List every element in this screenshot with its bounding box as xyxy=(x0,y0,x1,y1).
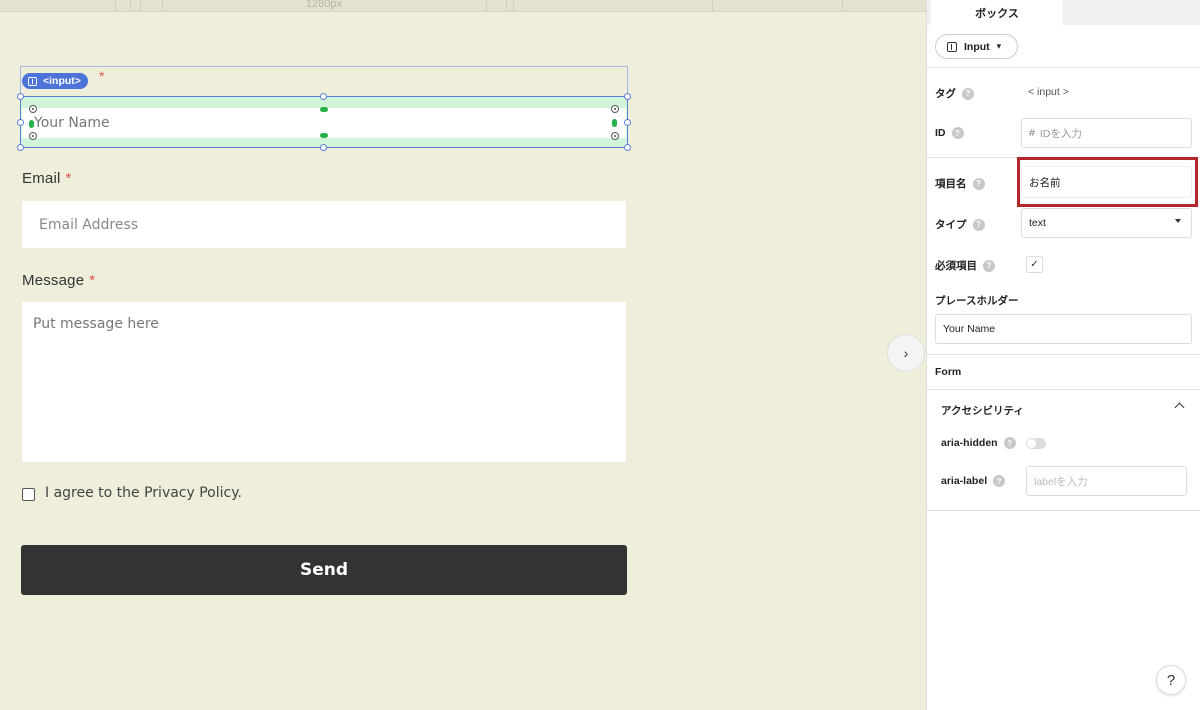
type-label-text: タイプ xyxy=(935,219,967,231)
divider xyxy=(927,389,1200,390)
required-mark: * xyxy=(99,68,105,84)
margin-handle[interactable] xyxy=(611,132,619,140)
margin-handle[interactable] xyxy=(29,105,37,113)
help-icon[interactable]: ? xyxy=(951,127,964,139)
dropdown-arrow-icon xyxy=(1175,219,1181,223)
aria-label-input[interactable]: labelを入力 xyxy=(1026,466,1187,496)
form-section-label[interactable]: Form xyxy=(935,366,961,378)
element-type-badge-label: <input> xyxy=(43,75,81,87)
divider xyxy=(927,510,1200,511)
resize-handle[interactable] xyxy=(17,119,24,126)
help-button[interactable]: ? xyxy=(1156,665,1186,695)
message-label: Message * xyxy=(22,272,95,289)
aria-label-label: aria-label ? xyxy=(941,475,1006,487)
required-label: 必須項目 ? xyxy=(935,258,995,273)
email-input[interactable] xyxy=(22,201,626,248)
element-type-dropdown[interactable]: Input ▾ xyxy=(935,34,1018,59)
tag-value: < input > xyxy=(1028,86,1069,98)
tag-label: タグ ? xyxy=(935,86,974,101)
ruler-tick xyxy=(842,0,843,12)
resize-handle[interactable] xyxy=(17,144,24,151)
message-label-text: Message xyxy=(22,272,85,289)
padding-handle[interactable] xyxy=(612,119,617,127)
chevron-up-icon[interactable] xyxy=(1174,402,1185,413)
ruler-tick xyxy=(130,0,131,12)
message-textarea[interactable] xyxy=(22,302,626,462)
resize-handle[interactable] xyxy=(624,93,631,100)
ruler-tick xyxy=(140,0,141,12)
id-placeholder: IDを入力 xyxy=(1039,127,1082,140)
placeholder-input[interactable]: Your Name xyxy=(935,314,1192,344)
element-type-badge[interactable]: <input> xyxy=(22,73,88,89)
resize-handle[interactable] xyxy=(624,144,631,151)
aria-hidden-toggle[interactable] xyxy=(1026,438,1046,449)
ruler-tick xyxy=(115,0,116,12)
panel-tabs: ボックス xyxy=(927,0,1200,25)
id-label: ID ? xyxy=(935,127,964,139)
required-checkbox[interactable]: ✓ xyxy=(1026,256,1043,273)
send-button[interactable]: Send xyxy=(21,545,627,595)
placeholder-label: プレースホルダー xyxy=(935,295,1019,307)
divider xyxy=(927,67,1200,68)
editor-canvas: 1280px <input> * Email* Message* I agree… xyxy=(0,0,926,710)
privacy-label: I agree to the Privacy Policy. xyxy=(45,485,242,501)
chevron-right-icon[interactable]: › xyxy=(887,334,925,372)
aria-hidden-label-text: aria-hidden xyxy=(941,437,998,449)
divider xyxy=(927,354,1200,355)
help-icon[interactable]: ? xyxy=(972,177,985,190)
resize-handle[interactable] xyxy=(17,93,24,100)
tag-label-text: タグ xyxy=(935,88,956,100)
ruler-width-label: 1280px xyxy=(306,0,343,10)
element-type-label: Input xyxy=(964,40,990,53)
type-label: タイプ ? xyxy=(935,217,985,232)
email-label: Email * xyxy=(22,170,72,187)
input-icon xyxy=(947,41,957,52)
hash-icon: # xyxy=(1029,127,1035,139)
chevron-down-icon: ▾ xyxy=(996,41,1002,51)
margin-handle[interactable] xyxy=(29,132,37,140)
ruler-tick xyxy=(506,0,507,12)
aria-label-placeholder: labelを入力 xyxy=(1034,475,1088,488)
highlight-annotation-box xyxy=(1017,157,1198,207)
help-icon[interactable]: ? xyxy=(983,259,995,272)
tab-box[interactable]: ボックス xyxy=(931,0,1063,25)
type-select[interactable]: text xyxy=(1021,208,1192,238)
padding-handle[interactable] xyxy=(29,120,34,128)
id-label-text: ID xyxy=(935,127,946,139)
aria-hidden-label: aria-hidden ? xyxy=(941,437,1016,449)
accessibility-section-label[interactable]: アクセシビリティ xyxy=(941,403,1024,418)
item-name-label-text: 項目名 xyxy=(935,178,967,190)
ruler-tick xyxy=(486,0,487,12)
help-icon[interactable]: ? xyxy=(1003,437,1016,449)
resize-handle[interactable] xyxy=(320,144,327,151)
help-icon[interactable]: ? xyxy=(993,475,1006,487)
item-name-label: 項目名 ? xyxy=(935,176,985,191)
help-icon[interactable]: ? xyxy=(972,218,985,231)
ruler-tick xyxy=(513,0,514,12)
ruler-tick xyxy=(162,0,163,12)
input-icon xyxy=(28,76,37,86)
padding-handle[interactable] xyxy=(320,133,328,138)
aria-label-label-text: aria-label xyxy=(941,475,988,487)
margin-handle[interactable] xyxy=(611,105,619,113)
required-mark: * xyxy=(65,170,72,187)
required-mark: * xyxy=(89,272,96,289)
help-icon[interactable]: ? xyxy=(962,87,974,100)
privacy-checkbox[interactable] xyxy=(22,488,35,501)
type-value: text xyxy=(1029,217,1046,229)
email-label-text: Email xyxy=(22,170,61,187)
id-input[interactable]: # IDを入力 xyxy=(1021,118,1192,148)
resize-handle[interactable] xyxy=(624,119,631,126)
resize-handle[interactable] xyxy=(320,93,327,100)
ruler-tick xyxy=(712,0,713,12)
required-label-text: 必須項目 xyxy=(935,260,977,272)
padding-handle[interactable] xyxy=(320,107,328,112)
placeholder-value: Your Name xyxy=(943,323,996,335)
properties-panel: ボックス Input ▾ タグ ? < input > ID ? # IDを入力… xyxy=(926,0,1200,710)
top-ruler: 1280px xyxy=(0,0,926,12)
